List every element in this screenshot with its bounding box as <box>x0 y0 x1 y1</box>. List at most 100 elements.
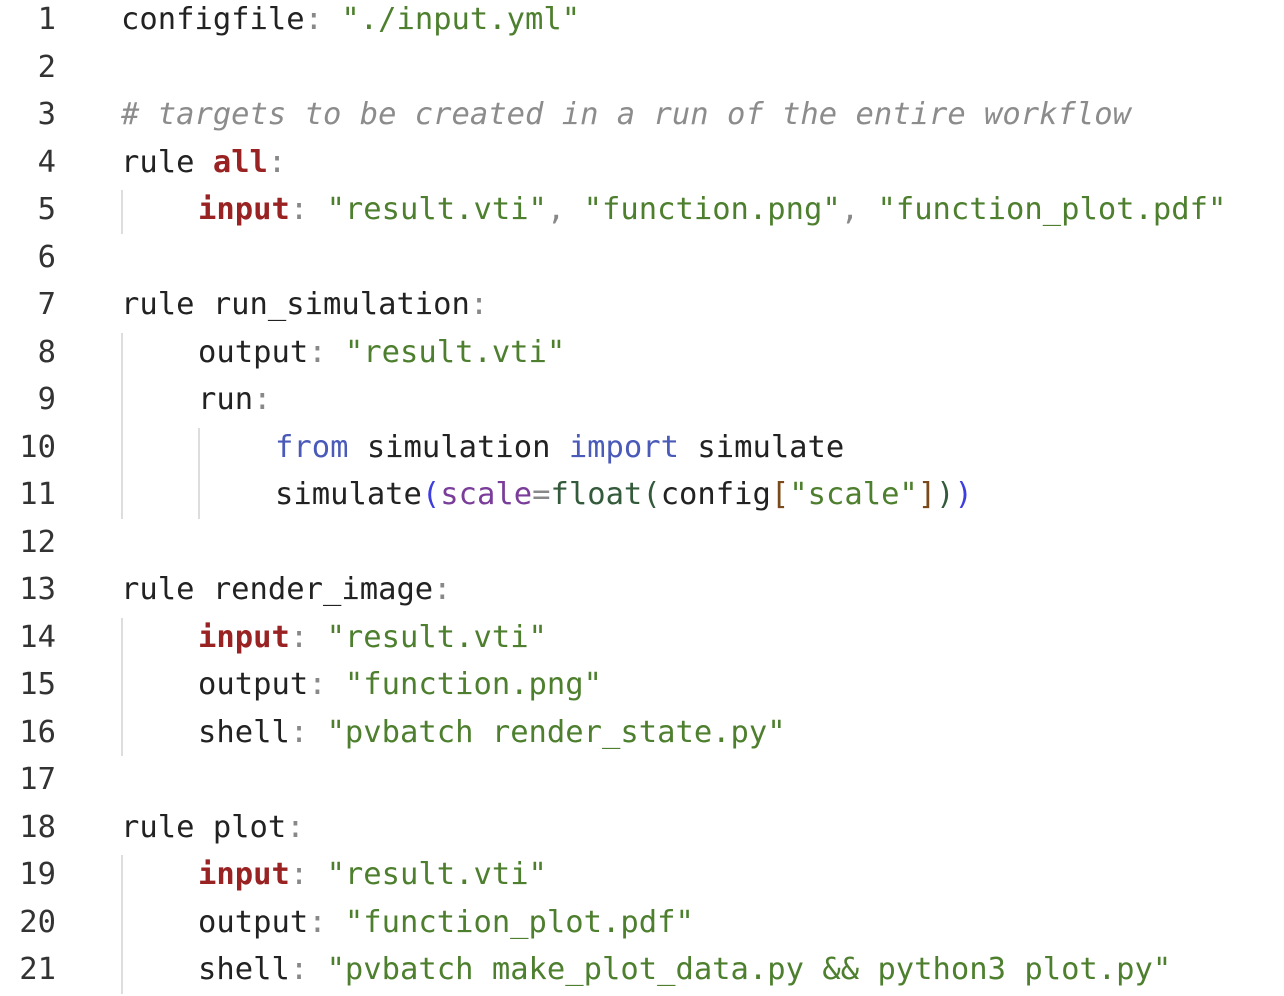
code-line[interactable]: 20 output: "function_plot.pdf" <box>0 899 1284 947</box>
punctuation-token: : <box>289 619 327 655</box>
code-token: simulate <box>275 477 422 512</box>
punctuation-token: : <box>253 382 272 417</box>
indent-guide <box>198 427 200 519</box>
code-token: output <box>198 334 309 370</box>
code-token: rule run_simulation <box>121 287 470 322</box>
string-token: "result.vti" <box>326 857 547 892</box>
code-text: from simulation import simulate <box>275 424 844 472</box>
builtin-token: ) <box>936 477 955 512</box>
code-line[interactable]: 10 from simulation import simulate <box>0 424 1284 472</box>
bracket-token: [ <box>770 477 790 512</box>
paren-token: ( <box>421 477 441 512</box>
code-token: output <box>198 904 309 940</box>
code-token: rule <box>121 144 213 180</box>
code-line[interactable]: 1 configfile: "./input.yml" <box>0 0 1284 44</box>
code-text: simulate(scale=float(config["scale"])) <box>275 471 973 519</box>
code-line[interactable]: 19 input: "result.vti" <box>0 851 1284 899</box>
code-line[interactable]: 6 <box>0 234 1284 282</box>
code-token: run <box>198 382 254 417</box>
code-text: configfile: "./input.yml" <box>121 0 580 44</box>
code-line[interactable]: 5 input: "result.vti", "function.png", "f… <box>0 186 1284 234</box>
code-line[interactable]: 8 output: "result.vti" <box>0 329 1284 377</box>
punctuation-token: : <box>433 572 452 607</box>
punctuation-token: : <box>469 287 489 322</box>
punctuation-token: : <box>289 192 327 227</box>
line-number: 2 <box>37 49 56 85</box>
string-token: "pvbatch render_state.py" <box>326 714 786 750</box>
argument-token: scale <box>440 477 533 512</box>
code-line[interactable]: 2 <box>0 44 1284 92</box>
code-text: input: "result.vti" <box>198 851 547 899</box>
line-number: 3 <box>37 97 56 132</box>
code-line[interactable]: 15 output: "function.png" <box>0 661 1284 709</box>
keyword-token: input <box>198 857 290 892</box>
indent-guide <box>121 617 123 756</box>
code-line[interactable]: 17 <box>0 756 1284 804</box>
code-line[interactable]: 4 rule all: <box>0 139 1284 187</box>
line-number: 7 <box>37 287 56 322</box>
code-editor[interactable]: 1 configfile: "./input.yml" 2 3 # targets to… <box>0 0 1284 996</box>
code-line[interactable]: 9 run: <box>0 376 1284 424</box>
import-keyword-token: import <box>568 429 679 465</box>
line-number: 14 <box>19 619 56 655</box>
paren-token: ) <box>954 477 973 512</box>
line-number: 15 <box>19 667 56 702</box>
code-line[interactable]: 13 rule render_image: <box>0 566 1284 614</box>
punctuation-token: : <box>289 714 327 750</box>
line-number: 16 <box>19 714 56 750</box>
code-line[interactable]: 7 rule run_simulation: <box>0 281 1284 329</box>
line-number: 13 <box>19 572 56 607</box>
line-number: 1 <box>37 2 56 37</box>
comment-token: # targets to be created in a run of the … <box>121 97 1131 132</box>
code-text: # targets to be created in a run of the … <box>121 91 1131 139</box>
code-text: shell: "pvbatch make_plot_data.py && pyt… <box>198 946 1171 994</box>
string-token: "function.png" <box>344 667 602 702</box>
string-token: "function.png" <box>583 192 841 227</box>
punctuation-token: = <box>532 477 551 512</box>
line-number: 6 <box>37 239 56 275</box>
line-number: 21 <box>19 952 56 987</box>
code-token: shell <box>198 714 290 750</box>
builtin-token: float <box>550 477 643 512</box>
line-number: 5 <box>37 192 56 227</box>
line-number: 9 <box>37 382 56 417</box>
line-number: 17 <box>19 762 56 797</box>
punctuation-token: : <box>308 667 345 702</box>
import-keyword-token: from <box>275 429 349 465</box>
string-token: "./input.yml" <box>341 2 581 37</box>
line-number: 19 <box>19 857 56 892</box>
string-token: "function_plot.pdf" <box>877 192 1227 227</box>
indent-guide <box>121 332 123 519</box>
code-token: shell <box>198 952 290 987</box>
builtin-token: ( <box>642 477 661 512</box>
code-line[interactable]: 16 shell: "pvbatch render_state.py" <box>0 709 1284 757</box>
code-line[interactable]: 11 simulate(scale=float(config["scale"])) <box>0 471 1284 519</box>
line-number: 4 <box>37 144 56 180</box>
code-text: rule plot: <box>121 804 305 852</box>
punctuation-token: : <box>308 334 345 370</box>
code-line[interactable]: 21 shell: "pvbatch make_plot_data.py && p… <box>0 946 1284 994</box>
code-token: config <box>660 477 771 512</box>
code-token: configfile <box>121 2 305 37</box>
punctuation-token: : <box>289 952 327 987</box>
code-line[interactable]: 3 # targets to be created in a run of the… <box>0 91 1284 139</box>
code-line[interactable]: 12 <box>0 519 1284 567</box>
code-text: output: "function_plot.pdf" <box>198 899 694 947</box>
keyword-token: all <box>212 144 268 180</box>
string-token: "function_plot.pdf" <box>344 904 694 940</box>
code-token: rule render_image <box>121 572 434 607</box>
line-number: 12 <box>19 524 56 560</box>
code-line[interactable]: 18 rule plot: <box>0 804 1284 852</box>
code-line[interactable]: 14 input: "result.vti" <box>0 614 1284 662</box>
string-token: "result.vti" <box>326 192 547 227</box>
line-number: 8 <box>37 334 56 370</box>
code-text: shell: "pvbatch render_state.py" <box>198 709 786 757</box>
code-token: simulate <box>679 429 845 465</box>
string-token: "result.vti" <box>344 334 566 370</box>
code-text: output: "result.vti" <box>198 329 565 377</box>
code-text: output: "function.png" <box>198 661 602 709</box>
line-number: 10 <box>19 429 56 465</box>
code-token: simulation <box>348 429 569 465</box>
string-token: "pvbatch make_plot_data.py && python3 pl… <box>326 952 1172 987</box>
punctuation-token: : <box>304 2 342 37</box>
